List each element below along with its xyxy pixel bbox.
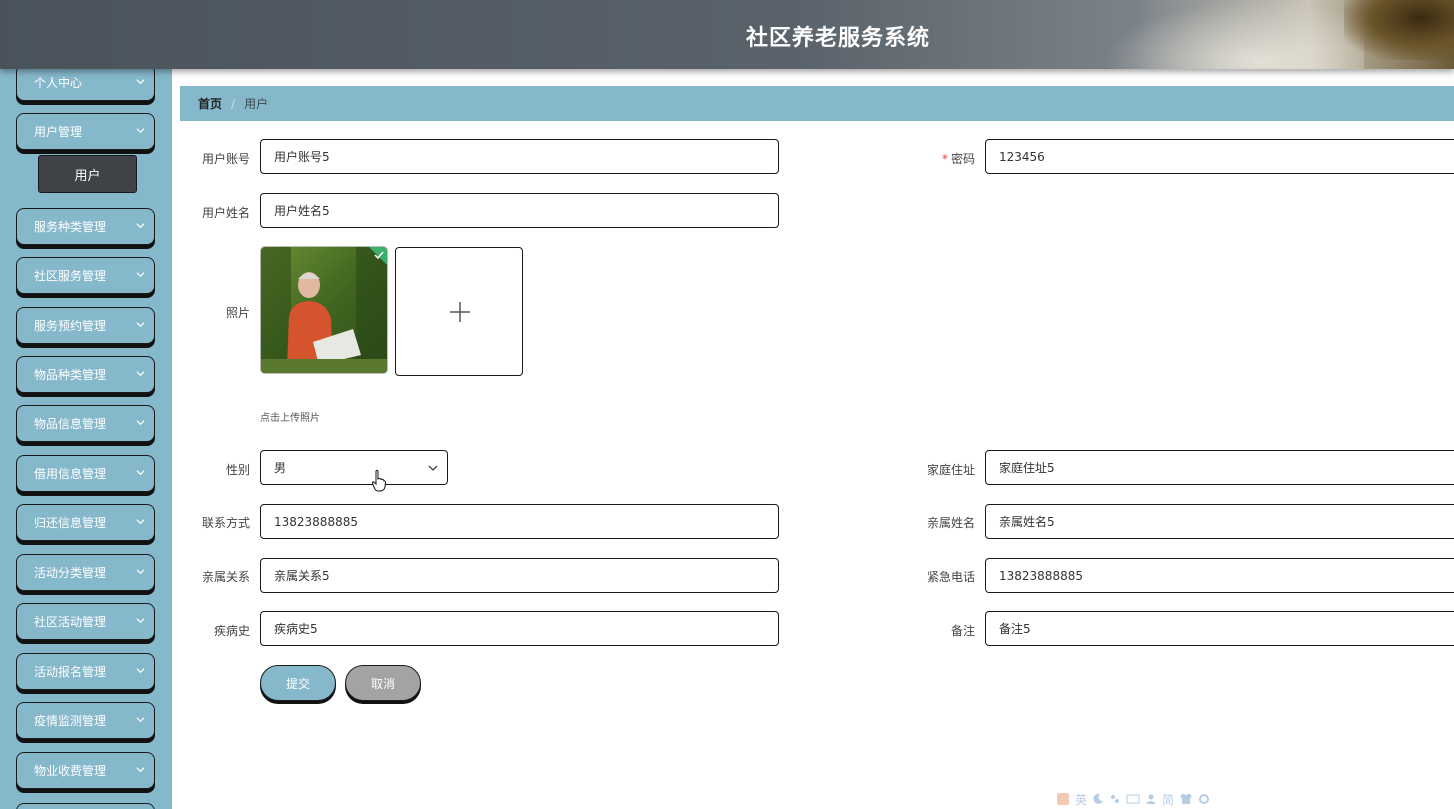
chevron-down-icon [136,272,145,278]
emergency-phone-input[interactable] [985,558,1454,593]
ime-logo-icon [1057,793,1069,805]
sidebar-item-label: 个人中心 [34,76,83,90]
sidebar-item-label: 疫情监测管理 [34,714,107,728]
hand-cursor-icon [371,469,387,492]
address-label: 家庭住址 [926,463,975,477]
chevron-down-icon [136,519,145,525]
required-mark: * [941,152,948,166]
gender-select[interactable]: 男 [260,450,448,485]
relative-name-input[interactable] [985,504,1454,539]
breadcrumb: 首页 / 用户 [180,86,1454,121]
chevron-down-icon [136,420,145,426]
sidebar-item-label: 社区服务管理 [34,269,107,283]
keyboard-icon [1126,794,1140,804]
password-label: * 密码 [895,150,975,167]
ime-mode: 简 [1162,792,1175,807]
gender-label: 性别 [225,463,250,477]
password-label-text: 密码 [950,152,975,166]
sidebar-item-label: 社区活动管理 [34,615,107,629]
uploaded-photo[interactable] [260,246,388,374]
chevron-down-icon [136,717,145,723]
sidebar-item-label: 服务种类管理 [34,220,107,234]
emergency-phone-label: 紧急电话 [926,570,975,584]
chevron-down-icon [136,79,145,85]
sidebar-item-property-fee[interactable]: 物业收费管理 [16,752,155,789]
header-decoration [1104,0,1364,69]
sidebar-item-label: 物品信息管理 [34,417,107,431]
upload-tip: 点击上传照片 [260,413,320,424]
address-input[interactable] [985,450,1454,485]
sidebar-item-label: 服务预约管理 [34,319,107,333]
relative-name-label: 亲属姓名 [926,516,975,530]
sidebar-item-label: 物业收费管理 [34,764,107,778]
sidebar-item-service-booking[interactable]: 服务预约管理 [16,307,155,344]
sidebar-item-return-info[interactable]: 归还信息管理 [16,504,155,541]
user-icon [1146,794,1157,804]
gear-icon [1199,794,1210,804]
moon-icon [1093,793,1104,804]
gender-select-value: 男 [274,461,287,475]
chevron-down-icon [136,470,145,476]
medical-history-input[interactable] [260,611,779,646]
header-decoration-image [1344,0,1454,60]
sidebar-item-label: 物品种类管理 [34,368,107,382]
ime-lang: 英 [1075,792,1088,807]
remark-label: 备注 [950,624,975,638]
shirt-icon [1180,794,1193,804]
upload-photo-button[interactable] [395,247,523,376]
sidebar-item-label: 用户管理 [34,125,83,139]
sidebar-item-community-service[interactable]: 社区服务管理 [16,257,155,294]
chevron-down-icon [136,371,145,377]
sidebar-subitem-user[interactable]: 用户 [38,155,137,193]
name-label: 用户姓名 [201,206,250,220]
sidebar-item-label: 归还信息管理 [34,516,107,530]
submit-button[interactable]: 提交 [260,665,336,701]
account-label: 用户账号 [201,152,250,166]
medical-history-label: 疾病史 [213,624,250,638]
sidebar-item-epidemic-monitoring[interactable]: 疫情监测管理 [16,702,155,739]
chevron-down-icon [136,668,145,674]
sidebar-item-community-activity[interactable]: 社区活动管理 [16,603,155,640]
breadcrumb-current: 用户 [244,97,269,111]
relation-input[interactable] [260,558,779,593]
name-input[interactable] [260,193,779,228]
phone-input[interactable] [260,504,779,539]
sidebar-item-label: 活动分类管理 [34,566,107,580]
chevron-down-icon [428,465,438,471]
sidebar-item-user-management[interactable]: 用户管理 [16,113,155,150]
check-icon [374,251,384,260]
chevron-down-icon [136,618,145,624]
chevron-down-icon [136,767,145,773]
chevron-down-icon [136,322,145,328]
ime-toolbar: 英 简 [1056,790,1234,808]
cancel-button[interactable]: 取消 [345,665,421,701]
breadcrumb-home[interactable]: 首页 [198,95,222,112]
sidebar-item-label: 活动报名管理 [34,665,107,679]
chevron-down-icon [136,223,145,229]
phone-label: 联系方式 [201,516,250,530]
sidebar-item-label: 借用信息管理 [34,467,107,481]
password-input[interactable] [985,139,1454,174]
app-header: 社区养老服务系统 [0,0,1454,69]
remark-input[interactable] [985,611,1454,646]
photo-label: 照片 [225,306,250,320]
sidebar-item-activity-signup[interactable]: 活动报名管理 [16,653,155,690]
plus-icon [450,302,470,322]
sidebar: 个人中心 用户管理 用户 服务种类管理 社区服务管理 服务预约管理 物品种类管理… [0,69,172,809]
sidebar-item-more[interactable] [16,803,155,809]
chevron-down-icon [136,128,145,134]
sidebar-item-personal-center[interactable]: 个人中心 [16,69,155,101]
sidebar-item-activity-category[interactable]: 活动分类管理 [16,554,155,591]
breadcrumb-separator: / [231,96,236,111]
sidebar-item-item-type[interactable]: 物品种类管理 [16,356,155,393]
punctuation-icon [1111,795,1120,803]
photo-thumbnail [261,247,387,373]
relation-label: 亲属关系 [201,570,250,584]
account-input[interactable] [260,139,779,174]
app-title: 社区养老服务系统 [746,26,931,51]
chevron-down-icon [136,569,145,575]
sidebar-item-borrow-info[interactable]: 借用信息管理 [16,455,155,492]
sidebar-item-service-type[interactable]: 服务种类管理 [16,208,155,245]
sidebar-item-item-info[interactable]: 物品信息管理 [16,405,155,442]
